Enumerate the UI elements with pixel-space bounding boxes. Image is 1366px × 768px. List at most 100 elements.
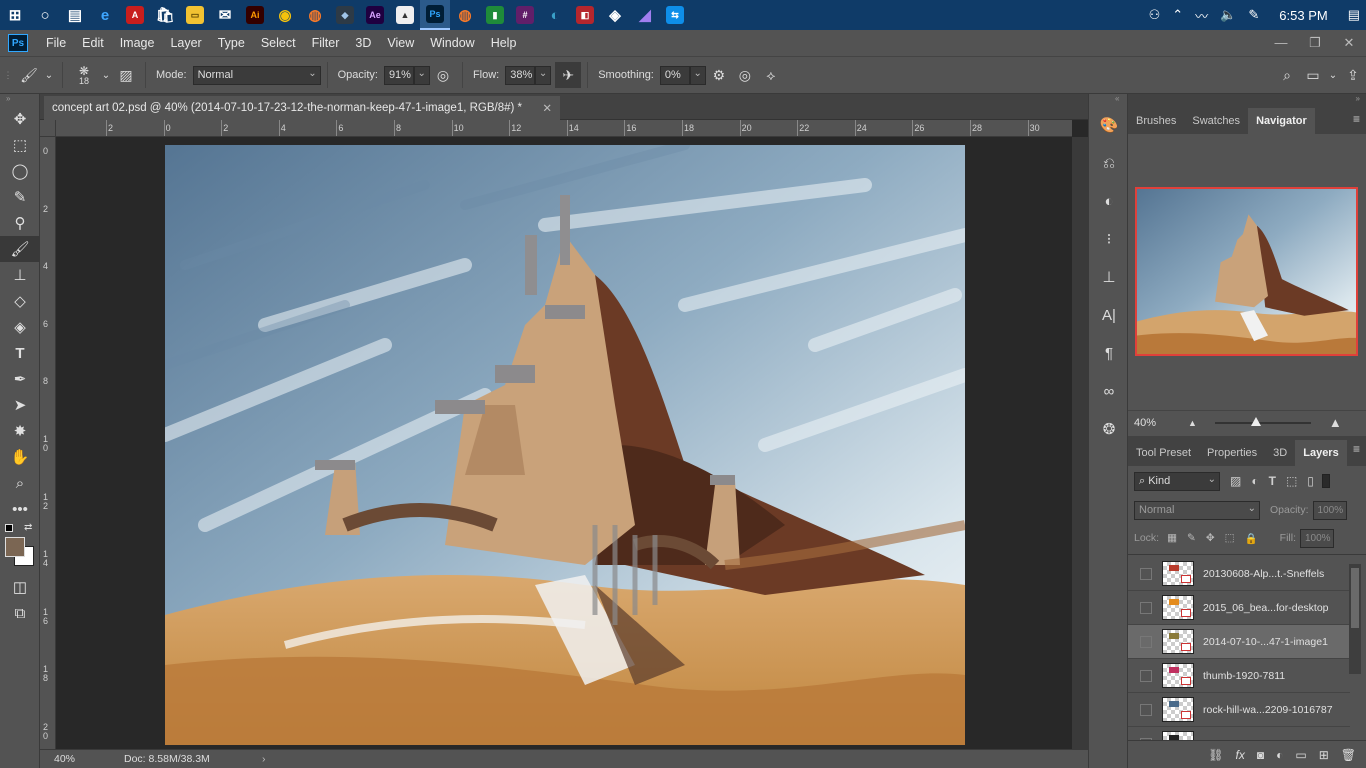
tab-swatches[interactable]: Swatches bbox=[1184, 108, 1248, 134]
filter-adjustment-icon[interactable]: ◐ bbox=[1251, 474, 1258, 488]
filter-toggle[interactable] bbox=[1321, 474, 1330, 488]
tab-3d[interactable]: 3D bbox=[1265, 440, 1295, 466]
edge-icon[interactable]: e bbox=[90, 0, 120, 30]
layer-row[interactable]: ... bbox=[1128, 727, 1350, 740]
eyedropper-tool-icon[interactable]: ⚲ bbox=[0, 210, 40, 236]
creative-cloud-icon[interactable]: ∞ bbox=[1089, 372, 1129, 410]
blend-mode-dropdown[interactable]: Normal ⌄ bbox=[1134, 500, 1260, 520]
layer-name[interactable]: 2015_06_bea...for-desktop bbox=[1203, 602, 1329, 614]
trash-icon[interactable]: 🗑 bbox=[1341, 748, 1356, 762]
filter-type-icon[interactable]: T bbox=[1269, 474, 1276, 488]
navigator-zoom-value[interactable]: 40% bbox=[1128, 417, 1188, 429]
pressure-size-icon[interactable]: ◎ bbox=[732, 62, 758, 88]
restore-icon[interactable]: ❐ bbox=[1298, 35, 1332, 51]
store-icon[interactable]: 🛍 bbox=[150, 0, 180, 30]
vertical-ruler[interactable]: 0 2 4 6 8 1 0 1 2 1 4 1 6 1 8 2 0 bbox=[40, 137, 56, 749]
flow-slider-toggle[interactable]: ⌄ bbox=[535, 65, 552, 85]
quick-selection-tool-icon[interactable]: ✎ bbox=[0, 184, 40, 210]
symmetry-icon[interactable]: ⟡ bbox=[758, 62, 784, 88]
horizontal-ruler[interactable]: 2 0 2 4 6 8 10 12 14 16 18 20 22 24 26 28 30 bbox=[56, 120, 1072, 137]
adjustment-layer-icon[interactable]: ◐ bbox=[1276, 748, 1283, 762]
default-colors-icon[interactable] bbox=[5, 524, 13, 532]
lock-pixels-icon[interactable]: ✎ bbox=[1187, 532, 1196, 544]
chevron-down-icon[interactable]: ⌄ bbox=[99, 62, 113, 88]
menu-window[interactable]: Window bbox=[422, 36, 482, 50]
lock-transparent-icon[interactable]: ▦ bbox=[1167, 532, 1177, 544]
pen-icon[interactable]: ✎ bbox=[1242, 7, 1265, 23]
mode-dropdown[interactable]: Normal ⌄ bbox=[192, 65, 321, 85]
opacity-slider-toggle[interactable]: ⌄ bbox=[413, 65, 430, 85]
chevron-down-icon[interactable]: ⌄ bbox=[42, 62, 56, 88]
after-effects-icon[interactable]: Ae bbox=[360, 0, 390, 30]
opacity-field[interactable]: 91% bbox=[383, 65, 414, 85]
menu-filter[interactable]: Filter bbox=[304, 36, 348, 50]
collapse-icon[interactable]: « bbox=[1089, 94, 1127, 106]
app-green-icon[interactable]: ▮ bbox=[480, 0, 510, 30]
people-icon[interactable]: ⚇ bbox=[1143, 7, 1167, 23]
marquee-tool-icon[interactable]: ⬚ bbox=[0, 132, 40, 158]
slider-thumb[interactable] bbox=[1250, 416, 1261, 426]
visibility-toggle[interactable] bbox=[1140, 669, 1152, 682]
volume-icon[interactable]: 🔈 bbox=[1214, 7, 1242, 23]
windows-start-icon[interactable]: ⊞ bbox=[0, 0, 30, 30]
brush-tool-icon[interactable]: 🖌 bbox=[0, 236, 40, 262]
panel-menu-icon[interactable]: ≡ bbox=[1353, 112, 1360, 126]
status-zoom[interactable]: 40% bbox=[40, 753, 86, 765]
filter-smart-object-icon[interactable]: ▯ bbox=[1307, 474, 1314, 488]
layer-row[interactable]: 2015_06_bea...for-desktop bbox=[1128, 591, 1350, 625]
layer-thumbnail[interactable] bbox=[1162, 629, 1194, 654]
smoothing-field[interactable]: 0% bbox=[659, 65, 690, 85]
share-icon[interactable]: ⇪ bbox=[1340, 62, 1366, 88]
mail-icon[interactable]: ✉ bbox=[210, 0, 240, 30]
acrobat-icon[interactable]: A bbox=[120, 0, 150, 30]
tab-tool-preset[interactable]: Tool Preset bbox=[1128, 440, 1199, 466]
menu-type[interactable]: Type bbox=[210, 36, 253, 50]
ruler-origin[interactable] bbox=[40, 120, 56, 137]
path-selection-tool-icon[interactable]: ➤ bbox=[0, 392, 40, 418]
layers-scrollbar[interactable] bbox=[1349, 564, 1361, 674]
screen-mode-icon[interactable]: ⧉ bbox=[0, 600, 40, 626]
chevron-right-icon[interactable]: › bbox=[262, 753, 266, 765]
clock[interactable]: 6:53 PM bbox=[1265, 8, 1341, 23]
smoothing-slider-toggle[interactable]: ⌄ bbox=[689, 65, 706, 85]
layer-thumbnail[interactable] bbox=[1162, 663, 1194, 688]
close-icon[interactable]: ✕ bbox=[542, 101, 552, 115]
search-icon[interactable]: ⌕ bbox=[1274, 62, 1300, 88]
navigator-preview[interactable] bbox=[1135, 187, 1358, 356]
lasso-tool-icon[interactable]: ◯ bbox=[0, 158, 40, 184]
vertical-scrollbar[interactable] bbox=[1072, 137, 1088, 749]
close-icon[interactable]: ✕ bbox=[1332, 35, 1366, 51]
grip-icon[interactable]: ⋮ bbox=[0, 62, 16, 88]
action-center-icon[interactable]: ▤ bbox=[1342, 7, 1366, 23]
menu-layer[interactable]: Layer bbox=[162, 36, 209, 50]
lock-all-icon[interactable]: 🔒 bbox=[1245, 532, 1258, 545]
layer-thumbnail[interactable] bbox=[1162, 731, 1194, 740]
pressure-opacity-icon[interactable]: ◎ bbox=[430, 62, 456, 88]
chevron-down-icon[interactable]: ⌄ bbox=[1326, 62, 1340, 88]
move-tool-icon[interactable]: ✥ bbox=[0, 106, 40, 132]
airbrush-icon[interactable]: ✈ bbox=[555, 62, 582, 88]
navigator-zoom-slider[interactable] bbox=[1214, 416, 1311, 426]
hand-tool-icon[interactable]: ✋ bbox=[0, 444, 40, 470]
collapse-icon[interactable]: » bbox=[1128, 94, 1366, 106]
visibility-toggle[interactable] bbox=[1140, 601, 1152, 614]
eraser-tool-icon[interactable]: ◇ bbox=[0, 288, 40, 314]
visibility-toggle[interactable] bbox=[1140, 703, 1152, 716]
custom-shape-tool-icon[interactable]: ✸ bbox=[0, 418, 40, 444]
layer-opacity-field[interactable]: 100% bbox=[1312, 500, 1347, 520]
zoom-in-icon[interactable]: ▲ bbox=[1329, 415, 1342, 430]
collapse-icon[interactable]: » bbox=[0, 94, 39, 106]
app-icon[interactable]: ◆ bbox=[330, 0, 360, 30]
flow-field[interactable]: 38% bbox=[505, 65, 536, 85]
type-tool-icon[interactable]: T bbox=[0, 340, 40, 366]
filter-pixel-icon[interactable]: ▨ bbox=[1230, 474, 1241, 488]
tab-brushes[interactable]: Brushes bbox=[1128, 108, 1184, 134]
palette-icon[interactable]: 🎨 bbox=[1089, 106, 1129, 144]
slack-icon[interactable]: # bbox=[510, 0, 540, 30]
canvas-area[interactable] bbox=[56, 137, 1072, 749]
menu-image[interactable]: Image bbox=[112, 36, 163, 50]
artwork-canvas[interactable] bbox=[165, 145, 965, 745]
minimize-icon[interactable]: — bbox=[1264, 35, 1298, 51]
globe-icon[interactable]: ◐ bbox=[540, 0, 570, 30]
paint-bucket-tool-icon[interactable]: ◈ bbox=[0, 314, 40, 340]
